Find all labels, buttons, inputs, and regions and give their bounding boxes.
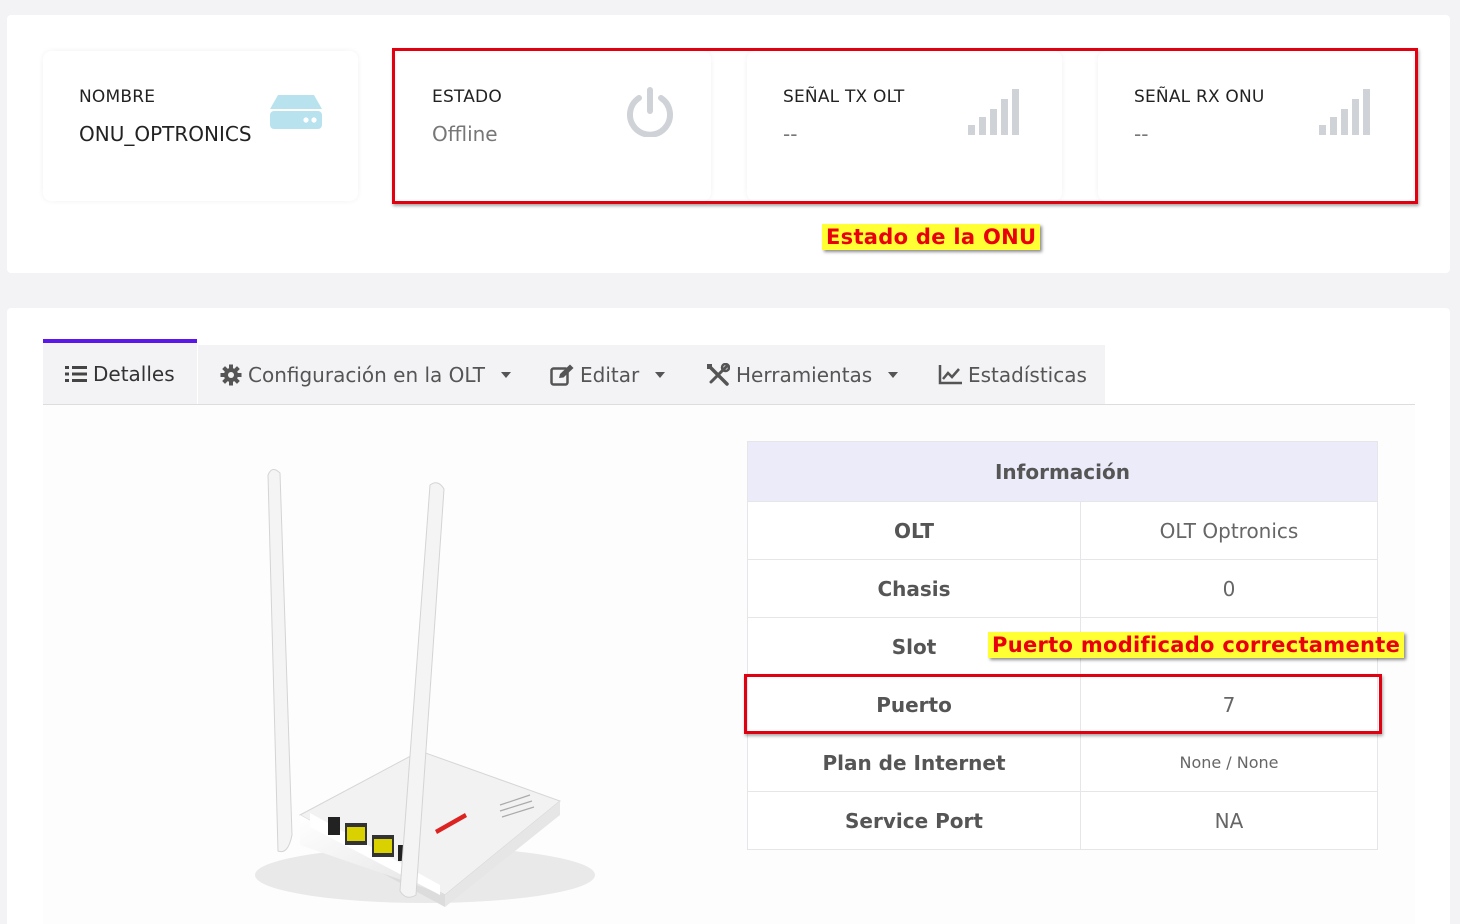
router-icon (270, 95, 322, 129)
tab-estadisticas[interactable]: Estadísticas (916, 345, 1105, 405)
port-highlight-box (744, 674, 1382, 734)
state-highlight-box (392, 48, 1418, 204)
tab-configuracion-olt[interactable]: Configuración en la OLT (198, 345, 528, 405)
tab-herramientas-label: Herramientas (736, 363, 873, 387)
chevron-down-icon (888, 372, 899, 378)
row-value: None / None (1080, 733, 1378, 792)
tab-configuracion-olt-label: Configuración en la OLT (248, 363, 486, 387)
tab-detalles-label: Detalles (93, 362, 175, 386)
gear-icon (220, 364, 242, 386)
table-row: Service Port NA (747, 791, 1378, 850)
row-key: Chasis (747, 559, 1081, 618)
row-value: NA (1080, 791, 1378, 850)
row-key: Service Port (747, 791, 1081, 850)
list-icon (65, 366, 87, 382)
row-value: 0 (1080, 559, 1378, 618)
chevron-down-icon (501, 372, 512, 378)
onu-device-image (255, 469, 595, 907)
table-row: OLT OLT Optronics (747, 501, 1378, 560)
row-value: OLT Optronics (1080, 501, 1378, 560)
card-name-label: NOMBRE (79, 87, 156, 107)
tab-herramientas[interactable]: Herramientas (684, 345, 916, 405)
tab-estadisticas-label: Estadísticas (968, 363, 1087, 387)
table-row: Plan de Internet None / None (747, 733, 1378, 792)
card-name-value: ONU_OPTRONICS (79, 122, 252, 146)
card-name: NOMBRE ONU_OPTRONICS (43, 51, 358, 201)
tools-icon (707, 363, 730, 386)
chevron-down-icon (655, 372, 666, 378)
tab-detalles[interactable]: Detalles (43, 339, 197, 405)
port-annotation: Puerto modificado correctamente (988, 632, 1405, 658)
info-table-header: Información (747, 441, 1378, 502)
tab-editar[interactable]: Editar (528, 345, 684, 405)
chart-icon (938, 365, 962, 385)
edit-icon (550, 364, 574, 386)
row-key: Plan de Internet (747, 733, 1081, 792)
state-annotation: Estado de la ONU (822, 224, 1041, 250)
table-row: Chasis 0 (747, 559, 1378, 618)
tab-editar-label: Editar (580, 363, 640, 387)
row-key: OLT (747, 501, 1081, 560)
